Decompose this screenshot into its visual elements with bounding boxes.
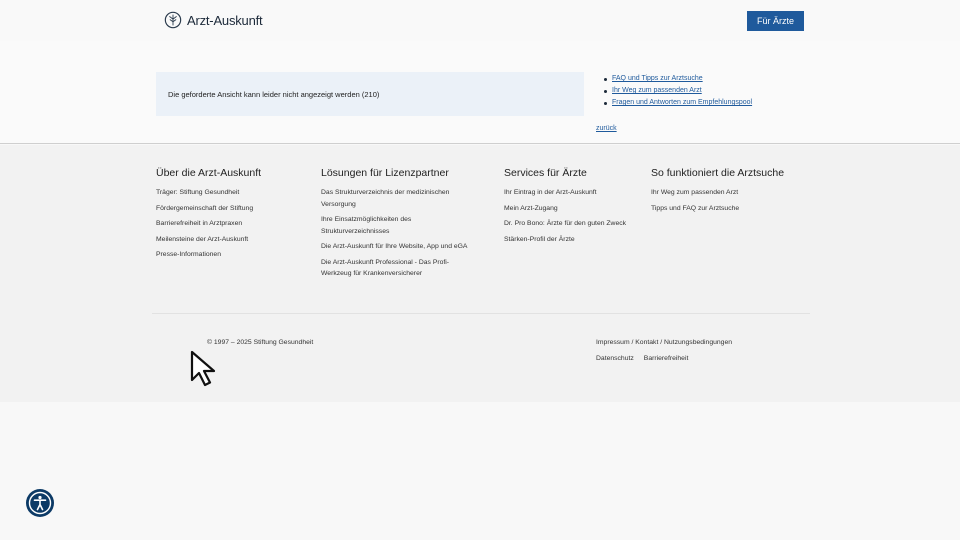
site-footer: Über die Arzt-Auskunft Träger: Stiftung … [0, 145, 960, 402]
bullet-icon [604, 77, 607, 81]
legal-links[interactable]: Impressum / Kontakt / Nutzungsbedingunge… [596, 339, 732, 346]
footer-link[interactable]: Barrierefreiheit in Arztpraxen [156, 218, 306, 230]
footer-link[interactable]: Mein Arzt-Zugang [504, 203, 644, 215]
help-link-item: Fragen und Antworten zum Empfehlungspool [604, 97, 752, 109]
footer-column-title: So funktioniert die Arztsuche [651, 167, 785, 179]
back-link[interactable]: zurück [596, 125, 617, 132]
weg-zum-arzt-link[interactable]: Ihr Weg zum passenden Arzt [612, 85, 702, 97]
accessibility-button[interactable] [26, 489, 54, 517]
globe-tree-icon [164, 11, 182, 29]
footer-link[interactable]: Tipps und FAQ zur Arztsuche [651, 203, 801, 215]
footer-link[interactable]: Träger: Stiftung Gesundheit [156, 187, 306, 199]
bullet-icon [604, 101, 607, 105]
footer-link[interactable]: Die Arzt-Auskunft Professional - Das Pro… [321, 257, 471, 280]
mouse-pointer-icon [190, 350, 216, 387]
datenschutz-link[interactable]: Datenschutz [596, 355, 634, 362]
footer-column-title: Lösungen für Lizenzpartner [321, 167, 449, 179]
footer-link[interactable]: Dr. Pro Bono: Ärzte für den guten Zweck [504, 218, 644, 230]
error-notice: Die geforderte Ansicht kann leider nicht… [156, 72, 584, 116]
main-content: Die geforderte Ansicht kann leider nicht… [0, 41, 960, 144]
footer-link[interactable]: Stärken-Profil der Ärzte [504, 234, 644, 246]
bullet-icon [604, 89, 607, 93]
footer-link[interactable]: Meilensteine der Arzt-Auskunft [156, 234, 306, 246]
site-header: Arzt-Auskunft Für Ärzte [0, 0, 960, 41]
footer-divider [152, 313, 810, 314]
footer-link[interactable]: Presse-Informationen [156, 249, 306, 261]
footer-column-services: Services für Ärzte Ihr Eintrag in der Ar… [504, 167, 644, 249]
empfehlungspool-link[interactable]: Fragen und Antworten zum Empfehlungspool [612, 97, 752, 109]
footer-link[interactable]: Ihr Weg zum passenden Arzt [651, 187, 801, 199]
footer-link[interactable]: Die Arzt-Auskunft für Ihre Website, App … [321, 241, 471, 253]
accessibility-icon [28, 491, 52, 515]
help-link-item: FAQ und Tipps zur Arztsuche [604, 73, 752, 85]
copyright: © 1997 – 2025 Stiftung Gesundheit [207, 339, 314, 346]
footer-link[interactable]: Ihre Einsatzmöglichkeiten des Strukturve… [321, 214, 471, 237]
error-notice-text: Die geforderte Ansicht kann leider nicht… [168, 89, 380, 99]
fuer-aerzte-button[interactable]: Für Ärzte [747, 11, 804, 31]
barrierefreiheit-link[interactable]: Barrierefreiheit [644, 355, 689, 362]
footer-column-title: Services für Ärzte [504, 167, 587, 179]
footer-column-title: Über die Arzt-Auskunft [156, 167, 262, 179]
faq-tipps-link[interactable]: FAQ und Tipps zur Arztsuche [612, 73, 703, 85]
legal-links-secondary: Datenschutz Barrierefreiheit [596, 355, 688, 362]
help-link-item: Ihr Weg zum passenden Arzt [604, 85, 752, 97]
footer-column-ueber: Über die Arzt-Auskunft Träger: Stiftung … [156, 167, 306, 265]
footer-link[interactable]: Fördergemeinschaft der Stiftung [156, 203, 306, 215]
help-links: FAQ und Tipps zur Arztsuche Ihr Weg zum … [604, 73, 752, 109]
logo[interactable]: Arzt-Auskunft [164, 11, 263, 29]
logo-text: Arzt-Auskunft [187, 12, 263, 28]
footer-column-loesungen: Lösungen für Lizenzpartner Das Strukturv… [321, 167, 471, 284]
footer-link[interactable]: Das Strukturverzeichnis der medizinische… [321, 187, 471, 210]
footer-column-arztsuche: So funktioniert die Arztsuche Ihr Weg zu… [651, 167, 801, 218]
footer-link[interactable]: Ihr Eintrag in der Arzt-Auskunft [504, 187, 644, 199]
